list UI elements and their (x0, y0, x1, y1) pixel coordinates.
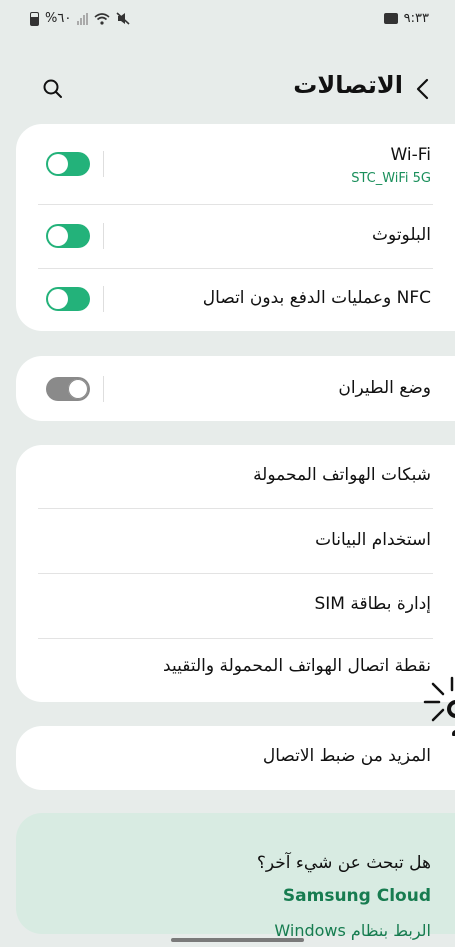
airplane-card: وضع الطيران (16, 356, 455, 421)
wifi-row[interactable]: Wi-Fi STC_WiFi 5G (16, 124, 455, 204)
airplane-toggle[interactable] (46, 377, 90, 401)
suggestions-title: هل تبحث عن شيء آخر؟ (256, 853, 431, 873)
wifi-network-name: STC_WiFi 5G (351, 171, 431, 186)
data-usage-row[interactable]: استخدام البيانات (16, 509, 455, 573)
gallery-notification-icon (383, 13, 398, 24)
hotspot-row[interactable]: نقطة اتصال الهواتف المحمولة والتقييد (16, 639, 455, 702)
gesture-navigation-bar[interactable] (171, 938, 304, 942)
more-settings-label: المزيد من ضبط الاتصال (262, 746, 431, 766)
search-icon (43, 79, 62, 98)
bluetooth-label: البلوتوث (372, 225, 431, 245)
nfc-row[interactable]: NFC وعمليات الدفع بدون اتصال (16, 269, 455, 331)
mute-icon (116, 12, 130, 25)
page-title: الاتصالات (293, 71, 403, 99)
connections-card: Wi-Fi STC_WiFi 5G البلوتوث NFC وعمليات ا… (16, 124, 455, 331)
battery-icon (30, 11, 39, 26)
toggle-knob (48, 289, 68, 309)
toggle-knob (48, 154, 68, 174)
sim-manager-row[interactable]: إدارة بطاقة SIM (16, 574, 455, 638)
wifi-toggle[interactable] (46, 152, 90, 176)
bluetooth-row[interactable]: البلوتوث (16, 205, 455, 268)
status-time: ٩:٣٣ (403, 11, 429, 26)
separator (103, 376, 104, 402)
hotspot-label: نقطة اتصال الهواتف المحمولة والتقييد (163, 656, 431, 676)
wifi-status-icon (94, 13, 110, 25)
status-bar: %٦٠ ٩:٣٣ (0, 0, 455, 40)
search-button[interactable] (40, 76, 66, 102)
separator (103, 151, 104, 177)
sim-manager-label: إدارة بطاقة SIM (314, 594, 431, 614)
back-button[interactable] (408, 75, 438, 103)
battery-percent: %٦٠ (45, 11, 72, 26)
chevron-left-icon (416, 78, 429, 100)
separator (103, 286, 104, 312)
status-right: ٩:٣٣ (383, 11, 429, 26)
samsung-cloud-link[interactable]: Samsung Cloud (283, 886, 431, 906)
status-left: %٦٠ (30, 11, 130, 26)
bluetooth-toggle[interactable] (46, 224, 90, 248)
loading-spinner-icon (423, 676, 455, 736)
airplane-row[interactable]: وضع الطيران (16, 356, 455, 421)
data-usage-label: استخدام البيانات (315, 530, 431, 550)
network-card: شبكات الهواتف المحمولة استخدام البيانات … (16, 445, 455, 702)
more-settings-row[interactable]: المزيد من ضبط الاتصال (16, 726, 455, 790)
mobile-networks-row[interactable]: شبكات الهواتف المحمولة (16, 445, 455, 508)
toggle-knob (68, 379, 88, 399)
nfc-label: NFC وعمليات الدفع بدون اتصال (202, 288, 431, 308)
wifi-label: Wi-Fi (390, 145, 431, 165)
toggle-knob (48, 226, 68, 246)
nfc-toggle[interactable] (46, 287, 90, 311)
mobile-networks-label: شبكات الهواتف المحمولة (253, 465, 431, 485)
more-settings-card: المزيد من ضبط الاتصال (16, 726, 455, 790)
signal-icon (77, 12, 89, 25)
airplane-label: وضع الطيران (338, 378, 431, 398)
separator (103, 223, 104, 249)
suggestions-card: هل تبحث عن شيء آخر؟ Samsung Cloud الربط … (16, 813, 455, 940)
